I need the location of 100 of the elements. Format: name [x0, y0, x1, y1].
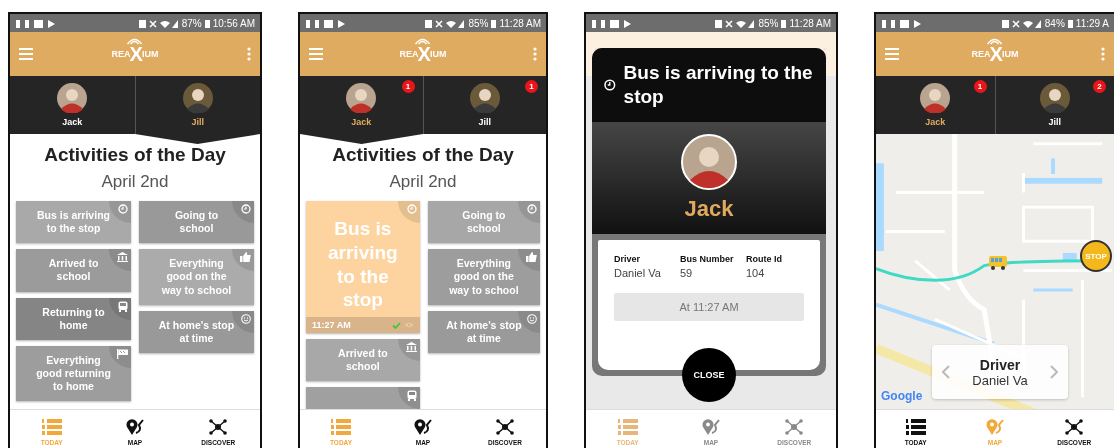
tile-label: Everything good returning to home	[35, 353, 112, 394]
bus-icon	[406, 390, 417, 402]
bus-icon	[118, 300, 128, 312]
building-icon	[117, 252, 128, 263]
network-icon	[496, 419, 514, 435]
activity-tile[interactable]: Everything good on the way to school	[139, 249, 254, 305]
map-pin-icon	[702, 419, 720, 435]
avatar-icon	[681, 134, 737, 190]
driver-name: Daniel Va	[972, 372, 1028, 388]
status-icons-drawing	[138, 18, 179, 28]
battery-percentage: 85%	[468, 17, 489, 29]
clock-icon	[241, 204, 251, 214]
battery-icon	[491, 18, 497, 28]
clock-time: 10:56 AM	[212, 17, 255, 29]
map-pin-icon	[126, 419, 144, 435]
battery-percentage: 84%	[1044, 17, 1065, 29]
more-options-icon[interactable]	[1101, 47, 1105, 61]
avatar-icon	[1039, 83, 1070, 113]
tile-label: At home's stop at time	[445, 318, 522, 345]
activity-tile[interactable]: Bus is arriving to the stop	[16, 201, 131, 244]
tile-label: Returning to home	[41, 305, 106, 332]
battery-icon	[781, 18, 787, 28]
more-options-icon[interactable]	[533, 47, 537, 61]
clock-icon	[527, 204, 537, 214]
activity-tile[interactable]: Going to school	[427, 201, 540, 244]
smiley-icon	[527, 313, 537, 324]
child-tab[interactable]: Jack 1	[300, 76, 423, 134]
network-icon	[785, 419, 804, 435]
tile-time: 11:27 AM	[312, 320, 351, 330]
field-value: Daniel Va	[614, 267, 662, 279]
numbered-list-icon	[905, 419, 926, 435]
menu-icon[interactable]	[885, 48, 899, 60]
status-icons-drawing	[425, 18, 466, 28]
network-icon	[209, 419, 228, 435]
network-icon	[1065, 419, 1084, 435]
avatar-icon	[469, 83, 500, 113]
tile-label: Arrived to school	[337, 347, 389, 374]
bus-icon	[989, 256, 1007, 270]
building-icon	[405, 342, 417, 352]
clock-icon	[604, 78, 616, 92]
menu-icon[interactable]	[19, 48, 33, 60]
field-label: Route Id	[746, 254, 783, 264]
tile-label: Arrived to school	[47, 257, 100, 284]
check-icon	[391, 321, 401, 329]
date-heading: April 2nd	[388, 172, 458, 192]
battery-percentage: 85%	[758, 17, 779, 29]
thumbs-up-icon	[240, 252, 251, 263]
avatar-icon	[57, 83, 88, 113]
tile-label: Bus is arriving to the stop	[36, 209, 111, 236]
notification-badge: 1	[401, 80, 415, 93]
tile-label: Bus is arriving to the stop	[328, 217, 398, 312]
child-tab[interactable]: Jack	[10, 76, 135, 134]
field-label: Driver	[614, 254, 641, 264]
activity-tile[interactable]: Bus is arriving to the stop 11:27 AM	[306, 201, 420, 333]
child-tab[interactable]: Jill 1	[422, 76, 546, 134]
card-label: Driver	[979, 356, 1021, 373]
activity-tile[interactable]: Arrived to school	[306, 339, 420, 382]
avatar-icon	[182, 83, 213, 113]
numbered-list-icon	[617, 419, 638, 435]
status-icons-drawing	[1001, 18, 1042, 28]
avatar-icon	[920, 83, 951, 113]
child-tab[interactable]: Jack 1	[876, 76, 995, 134]
page-title: Activities of the Day	[43, 144, 227, 166]
notification-badge: 1	[973, 80, 987, 93]
activity-tile[interactable]: Returning to home	[16, 297, 131, 340]
chevron-left-icon[interactable]	[942, 365, 950, 379]
map-pin-icon	[986, 419, 1004, 435]
activity-tile[interactable]: Everything good returning to home	[16, 345, 131, 402]
clock-time: 11:28 AM	[789, 17, 831, 29]
more-options-icon[interactable]	[247, 47, 251, 61]
avatar-icon	[346, 83, 377, 113]
map-attribution: Google	[881, 389, 923, 403]
clock-time: 11:29 A	[1075, 17, 1109, 29]
thumbs-up-icon	[526, 252, 537, 263]
activity-tile[interactable]: At home's stop at time	[139, 310, 254, 353]
page-title: Activities of the Day	[331, 144, 515, 166]
activity-tile[interactable]: Going to school	[139, 201, 254, 244]
field-value: 104	[746, 267, 766, 279]
clock-icon	[406, 204, 417, 214]
tile-label: At home's stop at time	[157, 318, 236, 345]
map-pin-icon	[414, 419, 432, 435]
battery-percentage: 87%	[181, 17, 202, 29]
child-name: Jack	[684, 196, 734, 222]
activity-tile[interactable]: Arrived to school	[16, 249, 131, 292]
eye-icon	[403, 322, 414, 328]
numbered-list-icon	[331, 419, 351, 435]
status-icons-drawing	[715, 18, 756, 28]
activity-tile[interactable]: At home's stop at time	[427, 310, 540, 353]
menu-icon[interactable]	[309, 48, 323, 60]
arrival-time-label: At 11:27 AM	[614, 293, 804, 321]
numbered-list-icon	[41, 419, 62, 435]
battery-icon	[204, 18, 210, 28]
tile-label: Going to school	[173, 209, 220, 236]
notification-badge: 1	[525, 80, 538, 93]
battery-icon	[1067, 18, 1073, 28]
tile-label: Going to school	[461, 209, 507, 236]
smiley-icon	[241, 313, 251, 324]
chevron-right-icon[interactable]	[1050, 365, 1058, 379]
activity-tile[interactable]: Everything good on the way to school	[427, 249, 540, 305]
clock-time: 11:28 AM	[499, 17, 541, 29]
